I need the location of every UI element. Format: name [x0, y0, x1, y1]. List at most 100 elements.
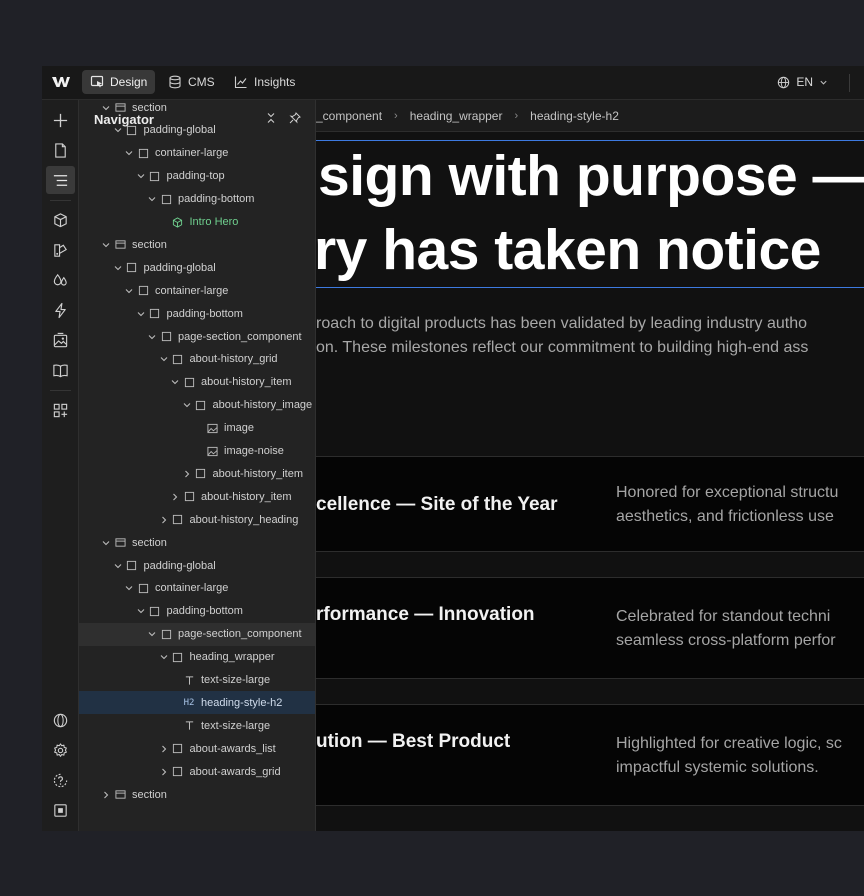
tree-toggle[interactable] [112, 124, 124, 136]
breadcrumb-item[interactable]: heading_wrapper [410, 109, 503, 123]
chevron-right-icon [184, 470, 189, 478]
navigator-row[interactable]: image [79, 417, 315, 440]
tree-toggle [169, 674, 181, 686]
navigator-row[interactable]: padding-global [79, 554, 315, 577]
style-guide-button[interactable] [46, 236, 75, 264]
navigator-row[interactable]: container-large [79, 279, 315, 302]
tree-toggle[interactable] [123, 582, 135, 594]
breadcrumb-item[interactable]: _component [316, 109, 382, 123]
navigator-row[interactable]: padding-global [79, 256, 315, 279]
interactions-button[interactable] [46, 296, 75, 324]
navigator-row[interactable]: page-section_component [79, 325, 315, 348]
tree-toggle[interactable] [100, 789, 112, 801]
navigator-row[interactable]: page-section_component [79, 622, 315, 646]
navigator-row-label: image-noise [224, 445, 284, 457]
topbar-divider [849, 74, 850, 92]
navigator-row[interactable]: H2 heading-style-h2 [79, 691, 315, 715]
navigator-row[interactable]: padding-global [79, 119, 315, 142]
audit-panel-button[interactable] [46, 796, 75, 824]
navigator-row-label: about-history_item [212, 467, 304, 480]
navigator-row[interactable]: section [79, 531, 315, 554]
navigator-row-label: page-section_component [178, 628, 302, 641]
tree-toggle[interactable] [158, 651, 170, 663]
navigator-row[interactable]: container-large [79, 577, 315, 600]
tree-toggle[interactable] [169, 491, 181, 503]
gear-icon [54, 742, 67, 757]
navigator-row[interactable]: about-history_item [79, 462, 315, 485]
award-title: cellence — Site of the Year [316, 494, 558, 515]
box-icon [160, 193, 172, 205]
tree-toggle[interactable] [158, 743, 170, 755]
tree-toggle[interactable] [146, 628, 158, 640]
tree-toggle[interactable] [135, 308, 147, 320]
tree-toggle[interactable] [146, 331, 158, 343]
site-settings-button[interactable] [46, 706, 75, 734]
tab-insights[interactable]: Insights [226, 70, 303, 94]
assets-button[interactable] [46, 326, 75, 354]
pages-button[interactable] [46, 136, 75, 164]
tree-toggle[interactable] [158, 766, 170, 778]
components-button[interactable] [46, 206, 75, 234]
navigator-row[interactable]: padding-bottom [79, 600, 315, 623]
navigator-row-label: about-history_item [201, 490, 292, 503]
navigator-row[interactable]: heading_wrapper [79, 646, 315, 669]
tree-toggle[interactable] [123, 285, 135, 297]
navigator-row[interactable]: section [79, 100, 315, 119]
tree-toggle[interactable] [100, 102, 112, 114]
settings-button[interactable] [46, 736, 75, 764]
navigator-row[interactable]: section [79, 233, 315, 256]
tree-toggle[interactable] [158, 353, 170, 365]
tree-toggle[interactable] [135, 605, 147, 617]
navigator-row[interactable]: about-history_item [79, 371, 315, 394]
navigator-row[interactable]: container-large [79, 142, 315, 165]
navigator-row[interactable]: section [79, 783, 315, 806]
award-description-line-1: Honored for exceptional structu [616, 484, 839, 501]
navigator-row[interactable]: text-size-large [79, 669, 315, 692]
navigator-row[interactable]: padding-top [79, 165, 315, 188]
tree-toggle[interactable] [181, 399, 193, 411]
tree-toggle[interactable] [158, 514, 170, 526]
navigator-row[interactable]: text-size-large [79, 714, 315, 737]
chevron-down-icon [102, 540, 110, 545]
tree-toggle[interactable] [135, 170, 147, 182]
selected-heading-h2[interactable]: sign with purpose — ry has taken notice [316, 140, 864, 288]
tree-toggle[interactable] [169, 376, 181, 388]
navigator-row[interactable]: about-awards_list [79, 737, 315, 760]
navigator-row[interactable]: Intro Hero [79, 211, 315, 234]
add-elements-button[interactable] [46, 106, 75, 134]
webflow-logo-icon[interactable] [52, 75, 70, 89]
tree-toggle[interactable] [100, 537, 112, 549]
tree-toggle[interactable] [146, 193, 158, 205]
help-button[interactable] [46, 766, 75, 794]
cms-collections-button[interactable] [46, 356, 75, 384]
tab-cms[interactable]: CMS [160, 70, 223, 94]
language-selector[interactable]: EN [777, 70, 828, 94]
navigator-row-label: padding-global [143, 261, 216, 274]
chevron-down-icon [114, 128, 121, 133]
award-row: ution — Best Product Highlighted for cre… [316, 704, 864, 806]
navigator-row[interactable]: about-history_image [79, 394, 315, 417]
search-button[interactable] [46, 826, 75, 831]
navigator-row[interactable]: image-noise [79, 440, 315, 463]
breadcrumb-item[interactable]: heading-style-h2 [530, 109, 619, 123]
navigator-row[interactable]: padding-bottom [79, 302, 315, 325]
tree-toggle[interactable] [123, 147, 135, 159]
database-icon [169, 75, 181, 89]
navigator-button[interactable] [46, 166, 75, 194]
navigator-row[interactable]: about-history_grid [79, 348, 315, 371]
chevron-right-icon [161, 745, 166, 753]
design-canvas[interactable]: _component › heading_wrapper › heading-s… [316, 100, 864, 831]
navigator-row[interactable]: about-awards_grid [79, 760, 315, 783]
tree-toggle[interactable] [112, 560, 124, 572]
tab-design[interactable]: Design [82, 70, 156, 94]
chevron-down-icon [137, 174, 144, 179]
navigator-row[interactable]: about-history_heading [79, 508, 315, 531]
tree-toggle[interactable] [112, 262, 124, 274]
apps-button[interactable] [46, 396, 75, 424]
tree-toggle[interactable] [181, 468, 193, 480]
variables-button[interactable] [46, 266, 75, 294]
navigator-row[interactable]: about-history_item [79, 485, 315, 508]
navigator-row[interactable]: padding-bottom [79, 188, 315, 211]
tree-toggle[interactable] [100, 239, 112, 251]
chevron-down-icon [137, 609, 144, 614]
